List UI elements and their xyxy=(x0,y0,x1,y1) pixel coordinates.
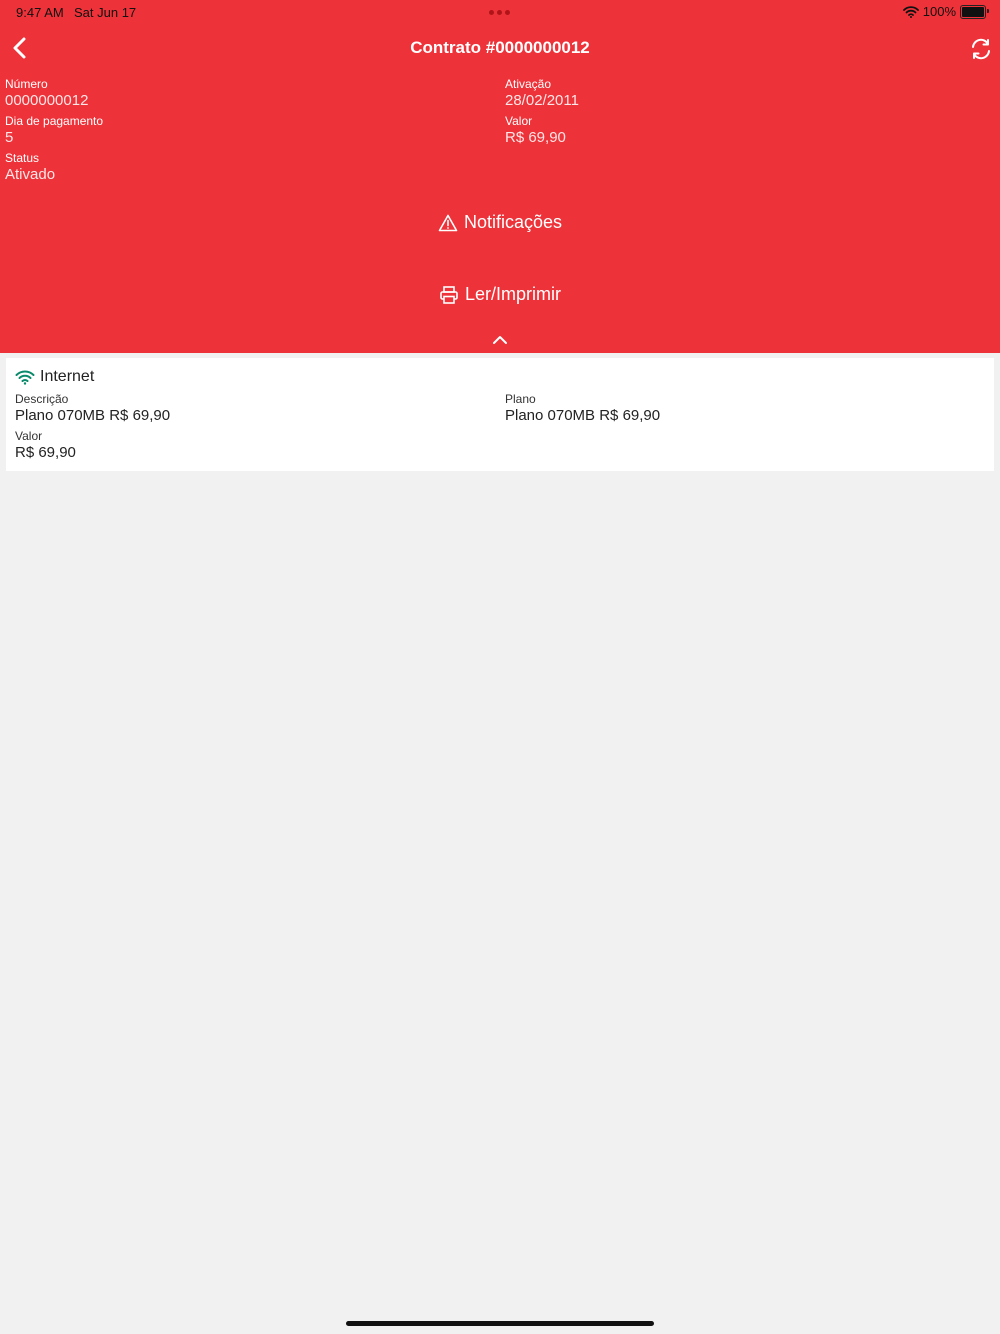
status-date: Sat Jun 17 xyxy=(74,5,137,20)
contract-header: 9:47 AM Sat Jun 17 100% Contrato #000000… xyxy=(0,0,1000,353)
warning-icon xyxy=(438,214,458,231)
service-valor-label: Valor xyxy=(15,429,43,443)
page-title: Contrato #0000000012 xyxy=(410,38,590,57)
service-card[interactable]: Internet Descrição Plano 070MB R$ 69,90 … xyxy=(6,358,994,471)
service-title: Internet xyxy=(40,368,95,385)
printer-icon xyxy=(440,285,458,304)
plano-value: Plano 070MB R$ 69,90 xyxy=(505,407,661,424)
valor-value: R$ 69,90 xyxy=(505,129,566,146)
wifi-status-icon xyxy=(902,5,919,18)
ativacao-label: Ativação xyxy=(505,77,552,91)
multitasking-dots-icon[interactable] xyxy=(489,10,510,15)
ativacao-field: Ativação 28/02/2011 xyxy=(505,77,579,110)
refresh-button[interactable] xyxy=(966,34,996,64)
battery-icon xyxy=(960,4,989,19)
status-label: Status xyxy=(5,151,40,165)
wifi-icon xyxy=(15,370,35,385)
service-valor-value: R$ 69,90 xyxy=(15,444,76,461)
valor-field: Valor R$ 69,90 xyxy=(505,114,566,147)
descricao-value: Plano 070MB R$ 69,90 xyxy=(15,407,171,424)
dia-pagamento-value: 5 xyxy=(5,129,14,146)
numero-field: Número 0000000012 xyxy=(5,77,88,110)
status-value: Ativado xyxy=(5,166,56,183)
plano-label: Plano xyxy=(505,392,536,406)
notificacoes-button[interactable]: Notificações xyxy=(0,212,1000,233)
descricao-label: Descrição xyxy=(15,392,69,406)
home-indicator[interactable] xyxy=(346,1321,654,1326)
status-time: 9:47 AM xyxy=(16,5,64,20)
collapse-button[interactable] xyxy=(486,330,514,350)
ativacao-value: 28/02/2011 xyxy=(505,92,579,109)
service-valor-field: Valor R$ 69,90 xyxy=(15,429,76,462)
numero-label: Número xyxy=(5,77,48,91)
navigation-bar: Contrato #0000000012 xyxy=(0,28,1000,68)
valor-label: Valor xyxy=(505,114,533,128)
dia-pagamento-label: Dia de pagamento xyxy=(5,114,104,128)
dia-pagamento-field: Dia de pagamento 5 xyxy=(5,114,103,147)
status-bar: 9:47 AM Sat Jun 17 100% xyxy=(0,0,1000,24)
battery-percent: 100% xyxy=(922,4,956,19)
service-card-header: Internet xyxy=(15,368,94,386)
chevron-up-icon xyxy=(493,336,507,344)
status-indicators: 100% xyxy=(902,4,989,19)
ler-imprimir-label: Ler/Imprimir xyxy=(464,284,561,304)
ler-imprimir-button[interactable]: Ler/Imprimir xyxy=(0,284,1000,305)
descricao-field: Descrição Plano 070MB R$ 69,90 xyxy=(15,392,170,425)
refresh-icon xyxy=(972,38,990,60)
notificacoes-label: Notificações xyxy=(463,212,563,232)
plano-field: Plano Plano 070MB R$ 69,90 xyxy=(505,392,660,425)
status-field: Status Ativado xyxy=(5,151,55,184)
numero-value: 0000000012 xyxy=(5,92,89,109)
